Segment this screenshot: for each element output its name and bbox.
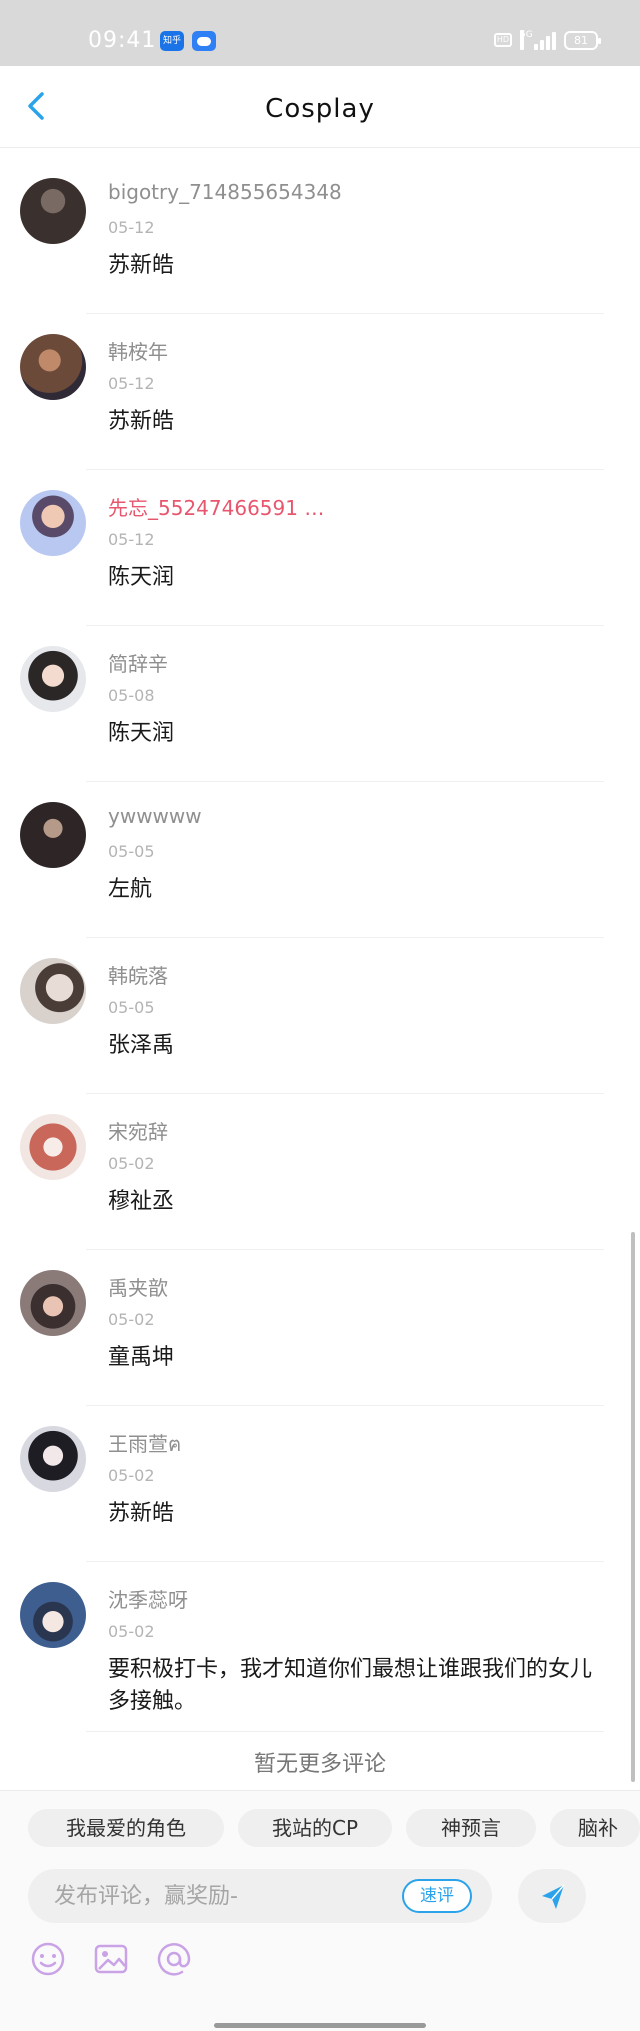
comment-date: 05-02 xyxy=(108,1310,155,1329)
page-title: Cosplay xyxy=(265,94,375,124)
home-indicator xyxy=(214,2023,426,2028)
comment-username[interactable]: 简辞辛 xyxy=(108,648,168,677)
comment-list: bigotry_714855654348 05-12 苏新皓 韩桉年 05-12… xyxy=(0,158,640,1732)
comment-text: 穆祉丞 xyxy=(108,1189,175,1214)
top-nav-bar: Cosplay xyxy=(0,66,640,148)
image-button[interactable] xyxy=(91,1939,131,1979)
cloud-app-icon xyxy=(192,31,216,51)
status-bar: 09:41 知乎 HD 5G 81 xyxy=(0,0,640,66)
comment-date: 05-12 xyxy=(108,374,155,393)
comment-date: 05-02 xyxy=(108,1466,155,1485)
comment-item: ywwwww 05-05 左航 xyxy=(0,782,640,938)
comment-text: 左航 xyxy=(108,877,153,902)
comment-date: 05-12 xyxy=(108,530,155,549)
battery-icon: 81 xyxy=(564,31,601,50)
comment-item: 韩皖落 05-05 张泽禹 xyxy=(0,938,640,1094)
comment-input[interactable] xyxy=(54,1869,384,1923)
comment-composer: 我最爱的角色我站的CP 神预言脑补 速评 xyxy=(0,1790,640,2031)
comment-date: 05-05 xyxy=(108,998,155,1017)
mention-button[interactable] xyxy=(154,1939,194,1979)
network-type: 5G xyxy=(520,30,533,50)
quick-tag-chip[interactable]: 神预言 xyxy=(406,1809,536,1847)
comment-username[interactable]: bigotry_714855654348 xyxy=(108,180,342,204)
comment-date: 05-02 xyxy=(108,1622,155,1641)
comment-item: 王雨萱ฅ 05-02 苏新皓 xyxy=(0,1406,640,1562)
comment-text: 张泽禹 xyxy=(108,1033,175,1058)
comment-input-box[interactable]: 速评 xyxy=(28,1869,492,1923)
scrollbar[interactable] xyxy=(631,1232,635,1782)
avatar[interactable] xyxy=(20,178,86,244)
comment-date: 05-08 xyxy=(108,686,155,705)
image-icon xyxy=(94,1944,128,1974)
emoji-icon xyxy=(31,1942,65,1976)
comment-username[interactable]: 王雨萱ฅ xyxy=(108,1428,181,1460)
comment-text: 陈天润 xyxy=(108,565,175,590)
comment-username[interactable]: 韩桉年 xyxy=(108,336,168,365)
signal-icon: 5G xyxy=(520,30,556,50)
quick-comment-button[interactable]: 速评 xyxy=(402,1879,472,1913)
comment-item: 宋宛辞 05-02 穆祉丞 xyxy=(0,1094,640,1250)
comment-username[interactable]: 宋宛辞 xyxy=(108,1116,168,1145)
quick-tag-chip[interactable]: 我最爱的角色 xyxy=(28,1809,224,1847)
comment-text: 苏新皓 xyxy=(108,1501,175,1526)
comment-text: 陈天润 xyxy=(108,721,175,746)
comment-username[interactable]: 韩皖落 xyxy=(108,960,168,989)
comment-date: 05-05 xyxy=(108,842,155,861)
avatar[interactable] xyxy=(20,490,86,556)
comment-item: 简辞辛 05-08 陈天润 xyxy=(0,626,640,782)
comment-username[interactable]: 禹夹歆 xyxy=(108,1272,168,1301)
composer-tools xyxy=(28,1939,212,1979)
comment-text: 童禹坤 xyxy=(108,1345,175,1370)
emoji-button[interactable] xyxy=(28,1939,68,1979)
avatar[interactable] xyxy=(20,1426,86,1492)
comment-text: 苏新皓 xyxy=(108,409,175,434)
zhihu-app-icon: 知乎 xyxy=(160,31,184,51)
avatar[interactable] xyxy=(20,334,86,400)
at-mention-icon xyxy=(157,1943,191,1976)
divider xyxy=(86,1731,604,1732)
avatar[interactable] xyxy=(20,802,86,868)
send-arrow-icon xyxy=(542,1884,565,1909)
comment-text: 要积极打卡，我才知道你们最想让谁跟我们的女儿多接触。 xyxy=(108,1657,593,1714)
comment-username[interactable]: ywwwww xyxy=(108,804,202,828)
hd-icon: HD xyxy=(494,33,512,47)
no-more-comments-label: 暂无更多评论 xyxy=(253,1752,386,1777)
quick-tag-chip[interactable]: 脑补 xyxy=(550,1809,640,1847)
quick-tag-chip[interactable]: 我站的CP xyxy=(238,1809,392,1847)
quick-tag-list: 我最爱的角色 我站的CP 神预言 脑补 xyxy=(28,1809,640,1847)
comment-item: 先忘_55247466591 … 05-12 陈天润 xyxy=(0,470,640,626)
status-time: 09:41 xyxy=(88,28,157,53)
send-button[interactable] xyxy=(518,1869,586,1923)
comment-item: bigotry_714855654348 05-12 苏新皓 xyxy=(0,158,640,314)
avatar[interactable] xyxy=(20,646,86,712)
comment-item: 禹夹歆 05-02 童禹坤 xyxy=(0,1250,640,1406)
comment-text: 苏新皓 xyxy=(108,253,175,278)
comment-item: 韩桉年 05-12 苏新皓 xyxy=(0,314,640,470)
avatar[interactable] xyxy=(20,1270,86,1336)
avatar[interactable] xyxy=(20,1114,86,1180)
comment-date: 05-12 xyxy=(108,218,155,237)
avatar[interactable] xyxy=(20,958,86,1024)
comment-item: 沈季蕊呀 05-02 要积极打卡，我才知道你们最想让谁跟我们的女儿多接触。 xyxy=(0,1562,640,1732)
comment-username[interactable]: 沈季蕊呀 xyxy=(108,1584,188,1613)
avatar[interactable] xyxy=(20,1582,86,1648)
comment-date: 05-02 xyxy=(108,1154,155,1173)
comment-username[interactable]: 先忘_55247466591 … xyxy=(108,492,324,521)
